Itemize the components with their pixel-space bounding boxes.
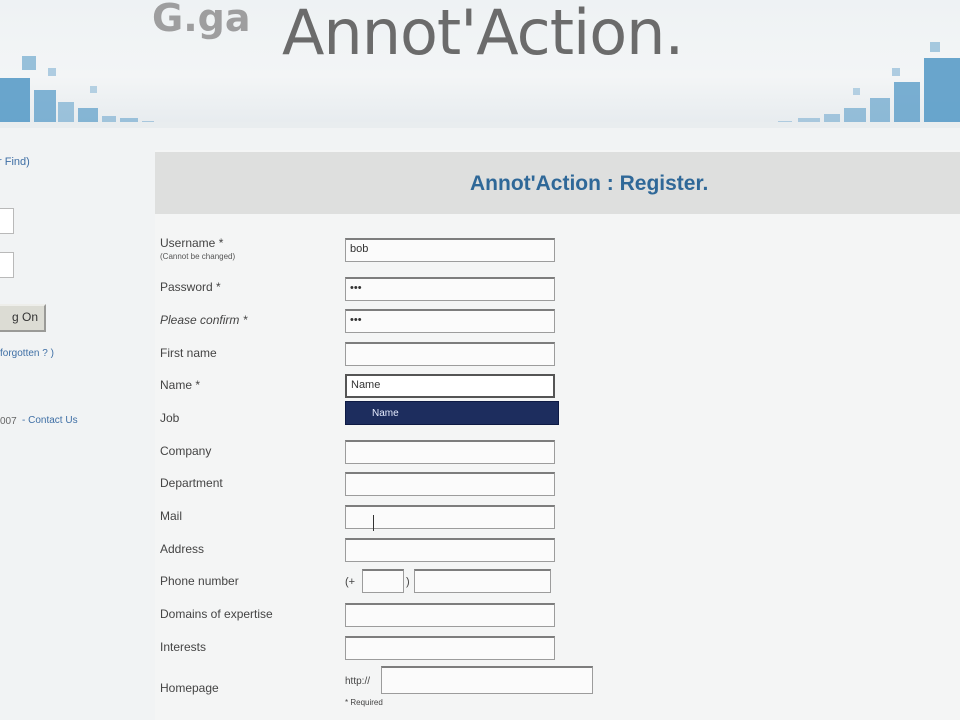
header-banner: G.ga Annot'Action. (0, 0, 960, 128)
homepage-field[interactable] (381, 666, 593, 694)
phone-country-code-field[interactable] (362, 569, 404, 593)
logon-button[interactable]: g On (0, 304, 46, 332)
username-label-text: Username * (160, 236, 224, 250)
company-field[interactable] (345, 440, 555, 464)
address-field[interactable] (345, 538, 555, 562)
mail-field[interactable] (345, 505, 555, 529)
password-label: Password * (160, 280, 221, 294)
brand-prefix: G.ga (152, 0, 251, 40)
department-label: Department (160, 476, 223, 490)
autocomplete-suggestion[interactable]: Name (345, 401, 559, 425)
phone-open-paren: (+ (345, 576, 356, 588)
first-name-field[interactable] (345, 342, 555, 366)
mouse-caret (373, 515, 374, 531)
login-password-input[interactable] (0, 252, 14, 278)
homepage-label: Homepage (160, 681, 219, 695)
banner-mosaic-right (700, 38, 960, 128)
name-label: Name * (160, 378, 201, 392)
department-field[interactable] (345, 472, 555, 496)
password-field[interactable]: ••• (345, 277, 555, 301)
username-field[interactable]: bob (345, 238, 555, 262)
page-title: Annot'Action : Register. (470, 172, 709, 195)
sidebar: r Find) g On forgotten ? ) 007 - Contact… (0, 130, 140, 720)
address-label: Address (160, 542, 205, 556)
login-username-input[interactable] (0, 208, 14, 234)
banner-mosaic-left (0, 38, 230, 128)
app-logo-text: Annot'Action. (282, 0, 684, 69)
username-hint: (Cannot be changed) (160, 252, 236, 261)
confirm-password-field[interactable]: ••• (345, 309, 555, 333)
phone-number-field[interactable] (414, 569, 551, 593)
name-field[interactable]: Name (345, 374, 555, 398)
required-note: * Required (345, 698, 383, 707)
banner-divider (0, 122, 960, 128)
confirm-password-label: Please confirm * (160, 313, 248, 327)
register-panel: Annot'Action : Register. Username * (Can… (155, 150, 960, 720)
interests-field[interactable] (345, 636, 555, 660)
mail-label: Mail (160, 509, 183, 523)
sidebar-find-link[interactable]: r Find) (0, 156, 30, 168)
title-bar: Annot'Action : Register. (155, 152, 960, 214)
password-forgotten-link[interactable]: forgotten ? ) (0, 348, 54, 359)
homepage-prefix: http:// (345, 676, 371, 687)
first-name-label: First name (160, 346, 217, 360)
phone-label: Phone number (160, 574, 239, 588)
domains-field[interactable] (345, 603, 555, 627)
interests-label: Interests (160, 640, 207, 654)
company-label: Company (160, 444, 212, 458)
phone-close-paren: ) (406, 576, 410, 588)
contact-us-link[interactable]: - Contact Us (22, 415, 78, 426)
username-label: Username * (Cannot be changed) (160, 236, 235, 261)
domains-label: Domains of expertise (160, 607, 273, 621)
job-label: Job (160, 411, 180, 425)
footer-year: 007 (0, 416, 17, 427)
